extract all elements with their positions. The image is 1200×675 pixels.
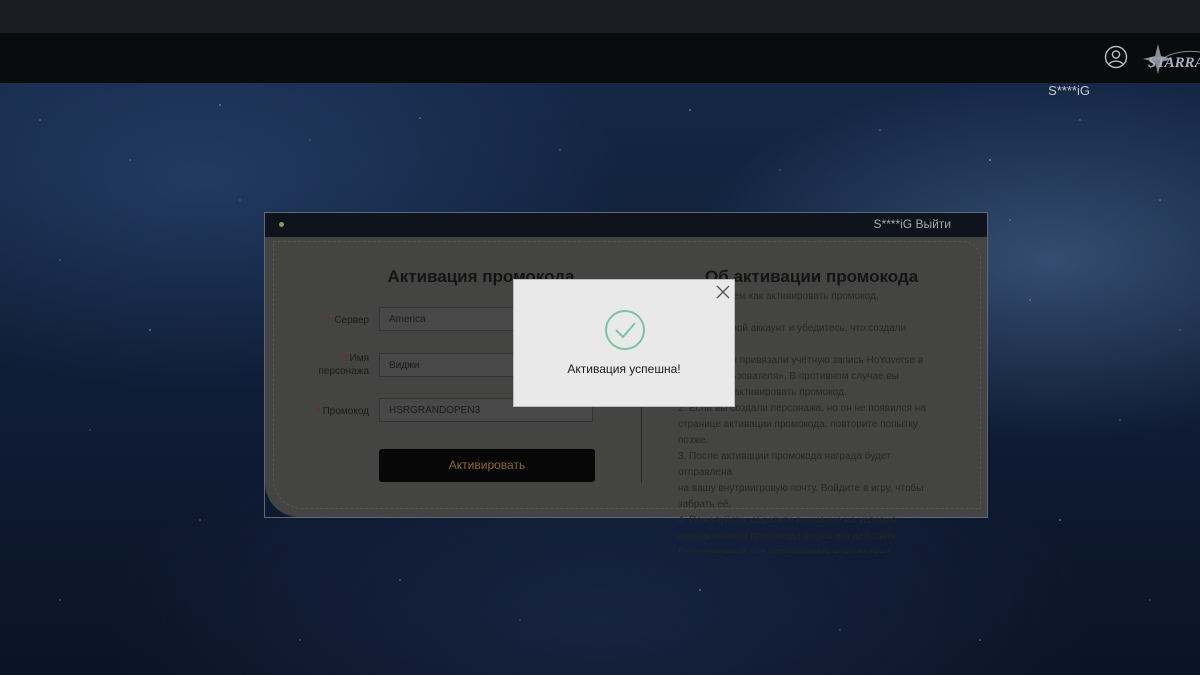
game-logo-icon[interactable]: STARRAIL [1140, 38, 1200, 80]
user-circle-icon[interactable] [1104, 45, 1128, 69]
required-mark: * [315, 406, 320, 417]
activate-button[interactable]: Активировать [379, 449, 595, 482]
header-username: S****iG [1048, 83, 1090, 98]
promo-label: * Промокод [316, 405, 369, 418]
required-mark: * [327, 315, 332, 326]
info-line: забрать её. [678, 499, 732, 510]
panel-user-logout[interactable]: S****iG Выйти [873, 217, 951, 231]
status-dot-icon [279, 222, 284, 227]
promo-label-text: Промокод [322, 406, 369, 417]
server-label: * Сервер [328, 314, 369, 327]
character-label-line2: персонажа [318, 366, 369, 377]
server-label-text: Сервер [334, 315, 369, 326]
info-line: использования промокода и срок его дейст… [678, 531, 899, 542]
close-icon[interactable] [715, 284, 731, 300]
site-header: S****iG [0, 33, 1200, 98]
character-label: * Имя персонажа [318, 352, 369, 378]
panel-header: S****iG Выйти [265, 213, 987, 237]
info-line: странице активации промокода, повторите … [678, 419, 918, 446]
character-label-line1: Имя [349, 353, 369, 364]
svg-text:STARRAIL: STARRAIL [1148, 55, 1200, 71]
info-title: Об активации промокода [705, 267, 919, 286]
browser-top-strip [0, 0, 1200, 33]
check-circle-icon [605, 310, 645, 350]
column-divider [641, 403, 642, 483]
info-line: Просроченный код активировать невозможно… [678, 547, 893, 553]
info-line: на вашу внутриигровую почту. Войдите в и… [678, 483, 924, 494]
info-line: 3. После активации промокода награда буд… [678, 451, 891, 478]
required-mark: * [342, 353, 347, 364]
success-modal: Активация успешна! [513, 279, 735, 407]
info-line: 4. Пожалуйста, обратите внимание на усло… [678, 515, 897, 526]
success-message: Активация успешна! [567, 362, 681, 376]
